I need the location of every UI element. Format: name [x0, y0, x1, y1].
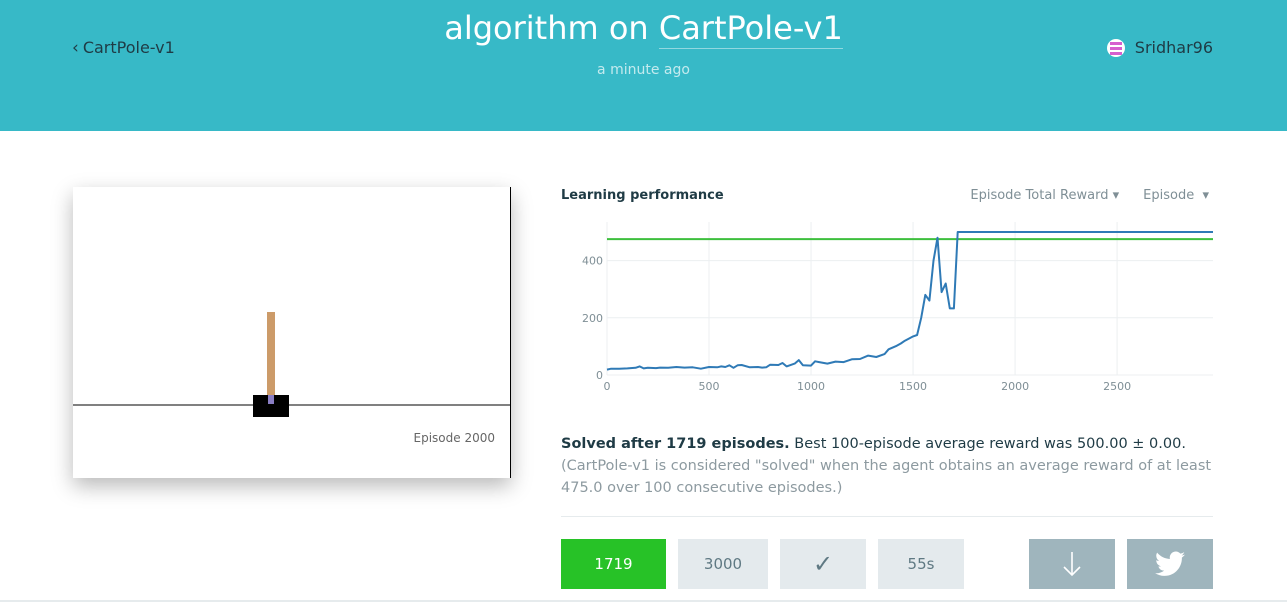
- timestamp: a minute ago: [597, 62, 690, 78]
- duration-badge[interactable]: 55s: [878, 539, 964, 589]
- total-episodes-badge[interactable]: 3000: [678, 539, 768, 589]
- caret-down-icon: ▾: [1112, 188, 1120, 203]
- learning-chart: 0 500 1000 1500 2000 2500 0 200 400: [582, 222, 1213, 393]
- x-tick-label: 0: [604, 380, 611, 393]
- x-tick-label: 1500: [899, 380, 927, 393]
- x-tick-label: 500: [699, 380, 720, 393]
- metric-dropdown[interactable]: Episode Total Reward ▾: [970, 188, 1119, 203]
- axis-dropdown-label: Episode: [1143, 188, 1195, 203]
- metric-dropdown-label: Episode Total Reward: [970, 188, 1109, 203]
- check-icon[interactable]: ✓: [780, 539, 866, 589]
- x-tick-label: 1000: [797, 380, 825, 393]
- user-menu[interactable]: Sridhar96: [1106, 38, 1213, 57]
- solved-headline: Solved after 1719 episodes.: [561, 436, 790, 452]
- twitter-icon: [1155, 551, 1185, 576]
- performance-title: Learning performance: [561, 188, 724, 203]
- episode-label: Episode 2000: [413, 431, 495, 445]
- twitter-share-button[interactable]: [1127, 539, 1213, 589]
- y-tick-label: 0: [596, 369, 603, 382]
- divider: [561, 516, 1213, 517]
- page-title: algorithm on CartPole-v1: [0, 9, 1287, 49]
- solved-summary: Solved after 1719 episodes. Best 100-epi…: [561, 433, 1221, 499]
- username: Sridhar96: [1134, 38, 1213, 57]
- header-bar: ‹ CartPole-v1 algorithm on CartPole-v1 a …: [0, 0, 1287, 131]
- axle: [268, 395, 274, 404]
- avatar: [1106, 38, 1125, 57]
- solved-episodes-badge[interactable]: 1719: [561, 539, 666, 589]
- best-reward: Best 100-episode average reward was 500.…: [789, 436, 1186, 452]
- pole: [267, 312, 275, 400]
- reward-series-line: [606, 231, 1213, 371]
- x-tick-label: 2000: [1001, 380, 1029, 393]
- y-tick-label: 400: [582, 255, 603, 268]
- solved-note: (CartPole-v1 is considered "solved" when…: [561, 458, 1212, 496]
- download-button[interactable]: [1029, 539, 1115, 589]
- chart-controls: Episode Total Reward ▾ Episode ▾: [970, 188, 1209, 203]
- title-env-link[interactable]: CartPole-v1: [658, 9, 843, 49]
- axis-dropdown[interactable]: Episode ▾: [1143, 188, 1209, 203]
- caret-down-icon: ▾: [1202, 188, 1209, 203]
- x-tick-label: 2500: [1103, 380, 1131, 393]
- episode-video[interactable]: Episode 2000: [73, 187, 511, 478]
- title-prefix: algorithm on: [444, 9, 649, 47]
- download-icon: [1063, 552, 1081, 577]
- y-tick-label: 200: [582, 312, 603, 325]
